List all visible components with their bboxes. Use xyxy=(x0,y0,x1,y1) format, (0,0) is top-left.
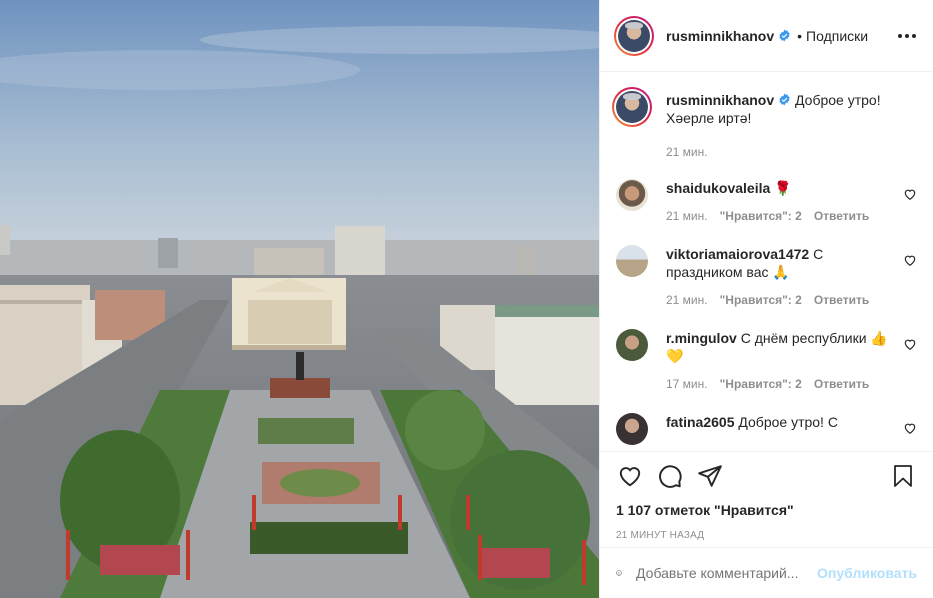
comment-row: shaidukovaleila 🌹 21 мин. "Нравится": 2 … xyxy=(616,179,917,223)
comment-username[interactable]: r.mingulov xyxy=(666,330,737,346)
caption-time[interactable]: 21 мин. xyxy=(666,145,708,159)
comment-likes[interactable]: "Нравится": 2 xyxy=(720,293,802,307)
comment-text: Доброе утро! С xyxy=(738,414,838,430)
heart-icon[interactable] xyxy=(616,462,644,490)
separator-dot: • xyxy=(797,27,803,44)
comment-time[interactable]: 21 мин. xyxy=(666,293,708,307)
add-comment-bar: Опубликовать xyxy=(600,547,933,598)
comment-time[interactable]: 21 мин. xyxy=(666,209,708,223)
comment-like-heart-icon[interactable] xyxy=(903,421,917,435)
caption-row: rusminnikhanov Доброе утро! Хәерле иртә!… xyxy=(612,87,917,159)
comment-time[interactable]: 17 мин. xyxy=(666,377,708,391)
post-header: rusminnikhanov • Подписки xyxy=(600,0,933,72)
city-square-photo xyxy=(0,0,599,598)
comments-list[interactable]: rusminnikhanov Доброе утро! Хәерле иртә!… xyxy=(600,73,933,450)
comment-like-heart-icon[interactable] xyxy=(903,187,917,201)
verified-badge-icon xyxy=(779,29,790,42)
post-side-panel: rusminnikhanov • Подписки rusminnikhanov xyxy=(599,0,933,598)
commenter-avatar[interactable] xyxy=(616,329,648,361)
comment-row: r.mingulov С днём республики 👍💛 17 мин. … xyxy=(616,329,917,391)
comment-like-heart-icon[interactable] xyxy=(903,337,917,351)
comment-like-heart-icon[interactable] xyxy=(903,253,917,267)
author-username[interactable]: rusminnikhanov xyxy=(666,28,774,44)
comment-username[interactable]: viktoriamaiorova1472 xyxy=(666,246,809,262)
bookmark-icon[interactable] xyxy=(889,462,917,490)
verified-badge-icon xyxy=(779,93,790,106)
comment-row: viktoriamaiorova1472 С праздником вас 🙏 … xyxy=(616,245,917,307)
comment-username[interactable]: fatina2605 xyxy=(666,414,734,430)
comment-likes[interactable]: "Нравится": 2 xyxy=(720,377,802,391)
post-photo[interactable] xyxy=(0,0,599,598)
caption-avatar[interactable] xyxy=(612,87,652,127)
caption-username[interactable]: rusminnikhanov xyxy=(666,92,774,108)
commenter-avatar[interactable] xyxy=(616,413,648,445)
add-comment-input[interactable] xyxy=(636,565,818,581)
post-actions: 1 107 отметок "Нравится" 21 МИНУТ НАЗАД xyxy=(600,451,933,541)
post-time-ago[interactable]: 21 МИНУТ НАЗАД xyxy=(616,530,917,541)
reply-button[interactable]: Ответить xyxy=(814,209,869,223)
comment-username[interactable]: shaidukovaleila xyxy=(666,180,770,196)
smiley-icon[interactable] xyxy=(616,560,622,586)
publish-button[interactable]: Опубликовать xyxy=(817,565,917,581)
comment-likes[interactable]: "Нравится": 2 xyxy=(720,209,802,223)
instagram-post-view: rusminnikhanov • Подписки rusminnikhanov xyxy=(0,0,933,598)
author-avatar[interactable] xyxy=(614,15,654,56)
comment-icon[interactable] xyxy=(656,462,684,490)
commenter-avatar[interactable] xyxy=(616,245,648,277)
likes-count[interactable]: 1 107 отметок "Нравится" xyxy=(616,502,917,518)
reply-button[interactable]: Ответить xyxy=(814,293,869,307)
comment-row: fatina2605 Доброе утро! С xyxy=(616,413,917,445)
reply-button[interactable]: Ответить xyxy=(814,377,869,391)
more-options-icon[interactable] xyxy=(895,24,919,48)
paper-plane-icon[interactable] xyxy=(696,462,724,490)
comment-text: 🌹 xyxy=(774,180,792,196)
following-button[interactable]: Подписки xyxy=(806,28,868,44)
commenter-avatar[interactable] xyxy=(616,179,648,211)
